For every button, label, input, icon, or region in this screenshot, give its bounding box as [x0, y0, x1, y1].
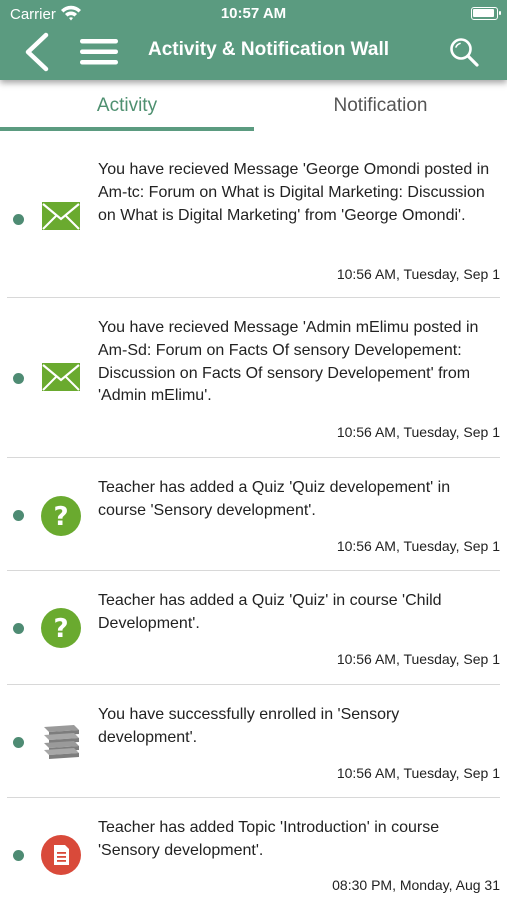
item-message: You have recieved Message 'Admin mElimu … — [98, 319, 479, 405]
menu-button[interactable] — [80, 38, 118, 66]
back-button[interactable] — [20, 32, 54, 72]
list-item[interactable]: You have successfully enrolled in 'Senso… — [7, 685, 500, 798]
item-message: You have recieved Message 'George Omondi… — [98, 161, 490, 224]
item-timestamp: 10:56 AM, Tuesday, Sep 1 — [336, 765, 500, 781]
status-time: 10:57 AM — [220, 5, 287, 22]
item-timestamp: 10:56 AM, Tuesday, Sep 1 — [336, 651, 500, 667]
status-bar: Carrier 10:57 AM — [0, 0, 507, 28]
list-item[interactable]: ? Teacher has added a Quiz 'Quiz develop… — [7, 458, 500, 571]
page-title: Activity & Notification Wall — [148, 39, 390, 60]
svg-text:?: ? — [53, 614, 68, 644]
item-message: Teacher has added a Quiz 'Quiz' in cours… — [98, 592, 442, 632]
unread-dot — [13, 737, 24, 748]
item-timestamp: 08:30 PM, Monday, Aug 31 — [332, 877, 500, 893]
envelope-icon — [42, 202, 80, 230]
question-icon: ? — [41, 608, 81, 648]
books-icon — [44, 725, 79, 759]
unread-dot — [13, 373, 24, 384]
tab-notification[interactable]: Notification — [254, 80, 507, 132]
list-item[interactable]: You have recieved Message 'George Omondi… — [7, 140, 500, 298]
top-bar: Carrier 10:57 AM Activity & Notification… — [0, 0, 507, 80]
item-timestamp: 10:56 AM, Tuesday, Sep 1 — [336, 424, 500, 440]
tab-activity[interactable]: Activity — [0, 80, 254, 132]
envelope-icon — [42, 363, 80, 391]
document-icon — [41, 835, 81, 875]
list-item[interactable]: Teacher has added Topic 'Introduction' i… — [7, 798, 500, 900]
unread-dot — [13, 623, 24, 634]
unread-dot — [13, 510, 24, 521]
nav-bar: Activity & Notification Wall — [0, 28, 507, 80]
search-button[interactable] — [448, 36, 480, 68]
list-item[interactable]: ? Teacher has added a Quiz 'Quiz' in cou… — [7, 571, 500, 685]
item-timestamp: 10:56 AM, Tuesday, Sep 1 — [336, 538, 500, 554]
list-item[interactable]: You have recieved Message 'Admin mElimu … — [7, 298, 500, 458]
svg-text:?: ? — [53, 502, 68, 532]
item-message: You have successfully enrolled in 'Senso… — [98, 706, 400, 746]
question-icon: ? — [41, 496, 81, 536]
tab-bar: Activity Notification — [0, 80, 507, 132]
battery-icon — [471, 7, 501, 20]
unread-dot — [13, 850, 24, 861]
item-message: Teacher has added Topic 'Introduction' i… — [98, 819, 440, 859]
active-tab-indicator — [0, 127, 254, 131]
activity-feed: You have recieved Message 'George Omondi… — [0, 140, 507, 900]
item-timestamp: 10:56 AM, Tuesday, Sep 1 — [336, 266, 500, 282]
unread-dot — [13, 214, 24, 225]
item-message: Teacher has added a Quiz 'Quiz developem… — [98, 479, 451, 519]
